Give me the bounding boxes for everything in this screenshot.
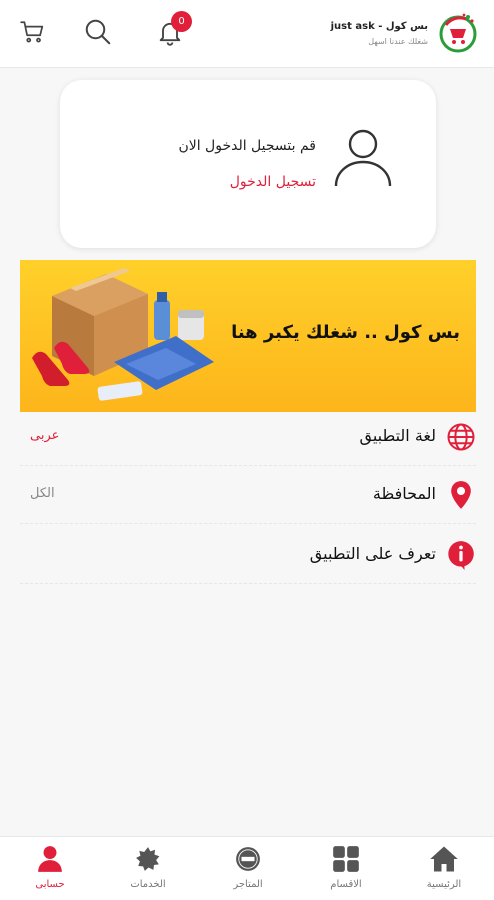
nav-stores-label: المتاجر [233,879,263,890]
products-illustration [32,268,214,401]
top-app-bar: 0 بس كول - just ask شغلك عندنا اسهل [0,0,494,68]
language-row[interactable]: لغة التطبيق عربى [20,408,476,466]
services-icon [133,845,163,873]
globe-icon [446,422,476,452]
nav-categories[interactable]: الاقسام [306,845,386,897]
login-link[interactable]: تسجيل الدخول [230,174,316,190]
promo-banner[interactable]: بس كول .. شغلك يكبر هنا [20,260,476,412]
login-card: قم بتسجيل الدخول الان تسجيل الدخول [60,80,436,248]
store-badge-icon [233,845,263,873]
info-icon [446,540,476,570]
brand-subtitle: شغلك عندنا اسهل [368,36,428,46]
language-value: عربى [30,428,60,443]
governorate-row[interactable]: المحافظة الكل [20,466,476,524]
nav-services-label: الخدمات [130,879,166,890]
bottom-nav: الرئيسية الاقسام المتاجر الخدمات حسابى [0,836,494,900]
nav-stores[interactable]: المتاجر [208,845,288,897]
nav-account-label: حسابى [35,879,65,890]
location-pin-icon [446,480,476,510]
grid-icon [331,845,361,873]
nav-home[interactable]: الرئيسية [404,845,484,897]
home-icon [429,845,459,873]
cart-icon[interactable] [14,14,50,50]
notification-badge: 0 [171,11,192,32]
nav-services[interactable]: الخدمات [108,845,188,897]
brand: بس كول - just ask شغلك عندنا اسهل [331,10,480,56]
about-label: تعرف على التطبيق [309,544,436,563]
user-avatar-icon [334,129,392,187]
search-icon[interactable] [80,14,116,50]
logo-icon [439,13,477,53]
governorate-label: المحافظة [372,484,436,503]
brand-title: بس كول - just ask [330,20,428,32]
nav-home-label: الرئيسية [426,879,462,890]
login-prompt: قم بتسجيل الدخول الان [178,138,316,154]
account-icon [35,845,65,873]
nav-categories-label: الاقسام [330,879,362,890]
banner-slogan: بس كول .. شغلك يكبر هنا [231,322,460,343]
about-row[interactable]: تعرف على التطبيق [20,526,476,584]
language-label: لغة التطبيق [359,426,436,445]
governorate-value: الكل [30,486,55,501]
nav-account[interactable]: حسابى [10,845,90,897]
